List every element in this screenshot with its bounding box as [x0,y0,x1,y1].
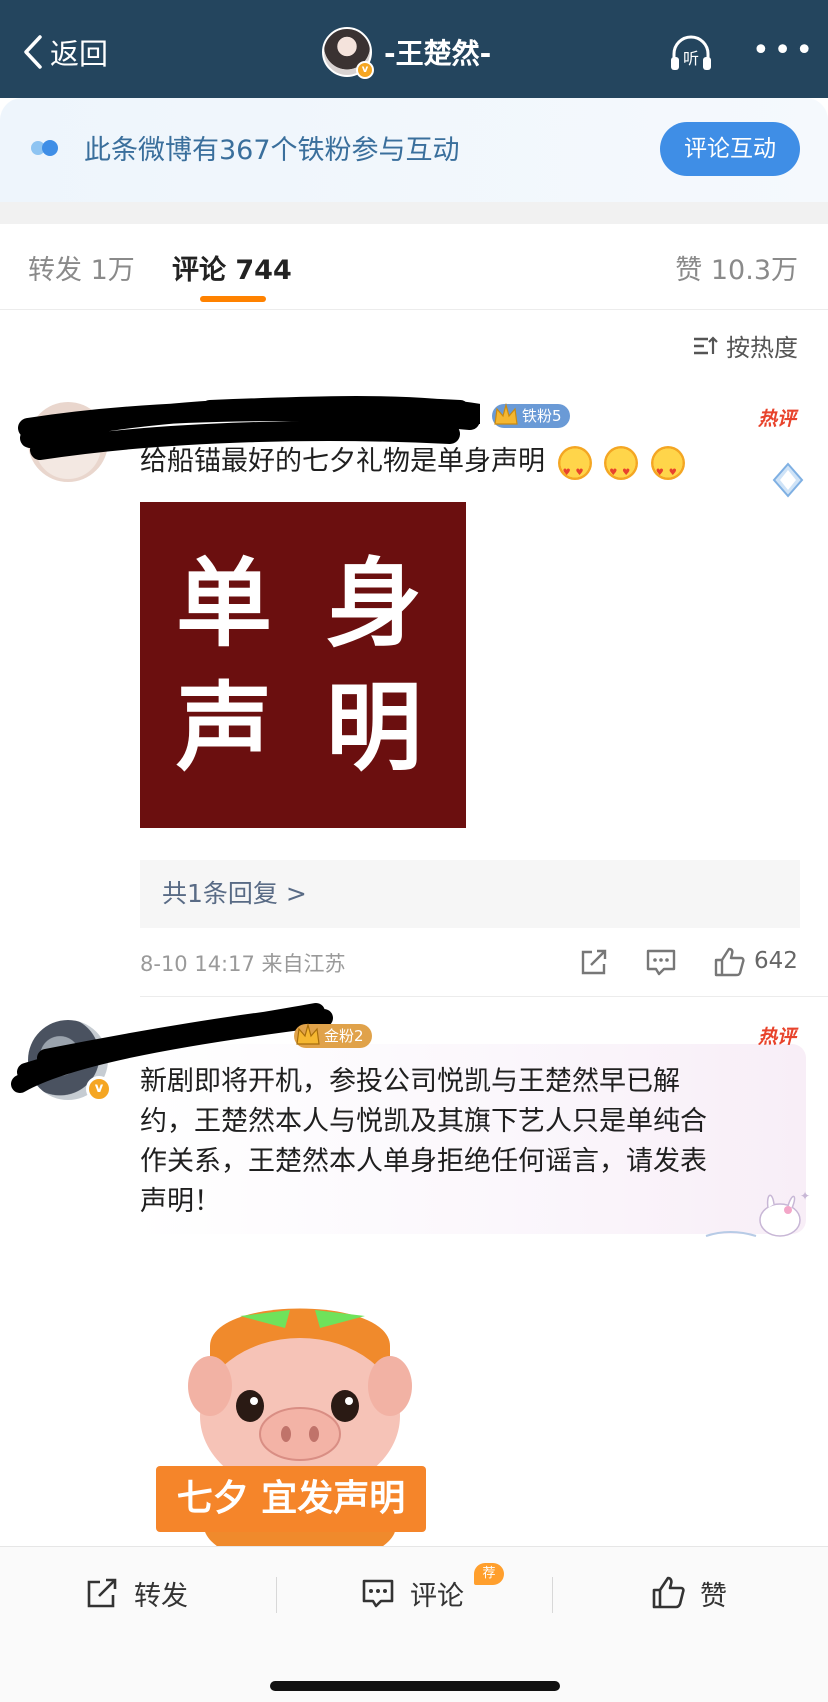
poster-name: -王楚然- [384,37,492,70]
verified-badge-icon: v [356,61,374,79]
heart-eyes-emoji-icon [650,445,685,493]
like-label: 赞 [700,1580,727,1612]
sticker-caption: 七夕 宜发声明 [176,1478,406,1519]
gold-fan-badge[interactable]: 金粉2 [294,1022,372,1048]
hot-comment-tag: 热评 [757,1026,796,1048]
crown-icon [494,402,518,425]
bunny-sticker-decoration-icon: ✦ [705,1189,810,1237]
more-options-button[interactable]: ••• [752,36,813,66]
like-button[interactable]: 赞 [650,1573,727,1613]
active-tab-indicator [200,296,266,302]
repost-button[interactable]: 转发 [84,1573,188,1613]
poster-avatar[interactable]: v [322,27,374,79]
iron-fan-badge[interactable]: 铁粉5 [492,402,570,428]
fan-interaction-text: 此条微博有367个铁粉参与互动 [84,135,460,166]
bottom-action-bar: 转发 评论 荐 赞 [0,1546,828,1702]
single-statement-sticker[interactable]: 单 身 声 明 [140,502,466,828]
home-indicator [270,1681,560,1691]
bar-separator [552,1577,553,1613]
reply-icon[interactable] [644,946,678,978]
comment-line: 约，王楚然本人与悦凯及其旗下艺人只是单纯合 [140,1106,707,1137]
heart-eyes-emoji-icon [557,445,592,493]
comment-line: 声明！ [140,1186,221,1217]
sort-label: 按热度 [726,334,798,362]
comment-line: 作关系，王楚然本人单身拒绝任何谣言，请发表 [140,1146,707,1177]
sticker-char: 声 [176,672,272,784]
recommend-badge: 荐 [474,1563,504,1585]
comment-interact-button[interactable]: 评论互动 [660,122,800,176]
thumbs-up-icon [652,1576,685,1609]
tab-comment[interactable]: 评论 744 [172,248,292,287]
heart-eyes-emoji-icon [604,445,639,493]
pig-statement-sticker[interactable]: 七夕 宜发声明 [140,1256,470,1546]
back-button[interactable]: 返回 [22,30,108,74]
svg-text:✦: ✦ [800,1189,810,1203]
comment-label: 评论 [410,1580,464,1612]
weibo-comments-page: 返回 v -王楚然- 听 ••• 此条微博有367个铁粉参与互动 评论互动 转发… [0,0,828,1702]
sticker-char: 明 [326,672,422,784]
diamond-decoration-icon [772,462,804,498]
replies-link[interactable]: 共1条回复 > [140,860,800,928]
fan-badge-label: 金粉2 [324,1027,364,1045]
thumbs-up-icon[interactable] [712,946,746,978]
chevron-left-icon [24,35,42,69]
repost-label: 转发 [134,1580,188,1612]
listen-label: 听 [683,49,699,68]
poster-header[interactable]: v -王楚然- [322,26,492,79]
comment-body: 给船锚最好的七夕礼物是单身声明 [140,446,545,477]
comment-button[interactable]: 评论 [360,1573,464,1613]
post-tabs: 转发 1万 评论 744 赞 10.3万 [0,224,828,310]
pulse-dots-icon [31,140,58,156]
comment-meta: 8-10 14:17 来自江苏 [140,952,346,976]
sort-icon [694,335,718,354]
like-count: 642 [754,948,798,974]
sticker-char: 身 [326,548,422,660]
fan-interaction-banner: 此条微博有367个铁粉参与互动 评论互动 [0,98,828,202]
top-nav-bar: 返回 v -王楚然- 听 ••• [0,0,828,104]
listen-headphones-icon[interactable]: 听 [668,30,714,76]
tab-like[interactable]: 赞 10.3万 [675,248,798,287]
sticker-char: 单 [176,548,272,660]
crown-icon [296,1022,320,1045]
bar-separator [276,1577,277,1613]
hot-comment-tag: 热评 [757,408,796,430]
comment-line: 新剧即将开机，参投公司悦凯与王楚然早已解 [140,1066,680,1097]
share-icon[interactable] [578,946,610,978]
comment-divider [140,996,828,997]
comment-text: 新剧即将开机，参投公司悦凯与王楚然早已解 约，王楚然本人与悦凯及其旗下艺人只是单… [140,1062,790,1222]
comment-text: 给船锚最好的七夕礼物是单身声明 [140,442,685,493]
sticker-caption-plate: 七夕 宜发声明 [156,1466,426,1532]
fan-interaction-banner-area: 此条微博有367个铁粉参与互动 评论互动 [0,98,828,206]
sort-toggle[interactable]: 按热度 [692,328,798,363]
repost-icon [87,1578,117,1608]
section-gap [0,202,828,224]
back-label: 返回 [50,37,109,71]
tab-repost[interactable]: 转发 1万 [28,248,135,287]
comment-icon [362,1579,394,1608]
fan-badge-label: 铁粉5 [522,407,562,425]
